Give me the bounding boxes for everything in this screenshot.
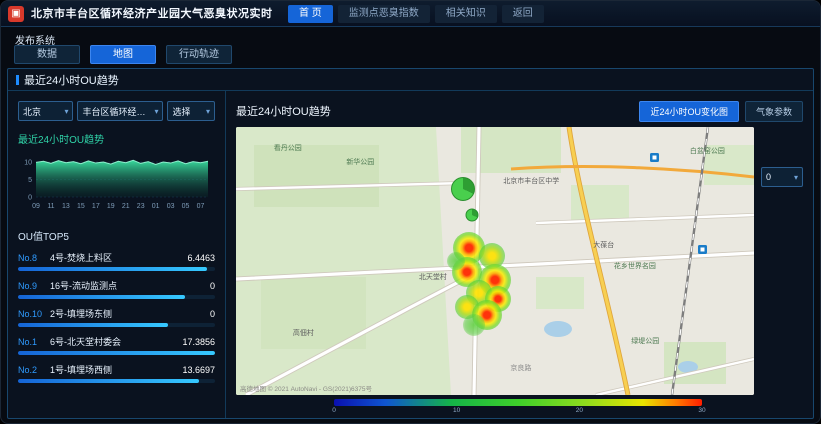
legend-tick-label: 30 [698,407,705,414]
top5-rank: No.1 [18,337,50,347]
weather-params-button[interactable]: 气象参数 [745,101,803,122]
legend-tick-label: 10 [453,407,460,414]
top5-item: No.1 6号-北天堂村委会 17.3856 [18,335,215,355]
app-logo-icon: ▣ [8,6,24,22]
svg-text:23: 23 [137,203,145,210]
svg-text:13: 13 [62,203,70,210]
chevron-down-icon: ▾ [154,107,158,116]
svg-text:07: 07 [197,203,205,210]
legend-gradient-bar [334,399,702,406]
point-select-value: 选择 [172,105,190,118]
top5-value: 17.3856 [182,337,215,347]
svg-text:17: 17 [92,203,100,210]
top5-title: OU值TOP5 [18,228,215,243]
left-sidebar: 北京 ▾ 丰台区循环经济产业园 ▾ 选择 ▾ 最近24小时OU趋势 [8,91,226,418]
panel-header: 最近24小时OU趋势 [8,69,813,91]
map-attribution: 高德地图 © 2021 AutoNavi - GS(2021)6375号 [240,383,372,393]
map-basemap [236,127,754,395]
top5-bar-fill [18,379,199,383]
chevron-down-icon: ▾ [206,107,210,116]
top5-name: 16号-流动监测点 [50,279,206,292]
top5-bar-fill [18,295,185,299]
top5-bar [18,295,215,299]
svg-text:0: 0 [28,195,32,202]
nav-item-knowledge[interactable]: 相关知识 [435,5,497,23]
top5-rank: No.9 [18,281,50,291]
top5-bar [18,323,215,327]
top5-list: No.8 4号-焚烧上料区 6.4463 No.9 16号-流动监测点 0 [18,251,215,383]
tab-data[interactable]: 数据 [14,45,80,64]
top-header: ▣ 北京市丰台区循环经济产业园大气恶臭状况实时 首 页 监测点恶臭指数 相关知识… [1,1,820,27]
city-select-value: 北京 [23,105,41,118]
dashboard-screen: ▣ 北京市丰台区循环经济产业园大气恶臭状况实时 首 页 监测点恶臭指数 相关知识… [0,0,821,424]
tab-track[interactable]: 行动轨迹 [166,45,232,64]
filter-row: 北京 ▾ 丰台区循环经济产业园 ▾ 选择 ▾ [18,101,215,121]
nav-item-odor-index[interactable]: 监测点恶臭指数 [338,5,430,23]
main-nav: 首 页 监测点恶臭指数 相关知识 返回 [288,5,544,23]
top5-name: 4号-焚烧上料区 [50,251,183,264]
map[interactable]: 看丹公园新华公园北京市丰台区中学白盆窑公园大葆台花乡世界名园北天堂村绿堤公园高佃… [236,127,754,395]
chevron-down-icon: ▾ [794,173,798,182]
left-chart-title: 最近24小时OU趋势 [18,131,215,146]
top5-item: No.2 1号-填埋场西侧 13.6697 [18,363,215,383]
top5-name: 2号-填埋场东侧 [50,307,206,320]
nav-item-home[interactable]: 首 页 [288,5,333,23]
view-tabs: 数据 地图 行动轨迹 [14,45,232,64]
panel-accent [16,75,19,85]
top5-bar-fill [18,267,207,271]
top5-name: 1号-填埋场西侧 [50,363,178,376]
svg-text:05: 05 [182,203,190,210]
park-select-value: 丰台区循环经济产业园 [82,105,152,118]
svg-text:5: 5 [28,177,32,184]
top5-item: No.10 2号-填埋场东侧 0 [18,307,215,327]
tab-map[interactable]: 地图 [90,45,156,64]
top5-item: No.9 16号-流动监测点 0 [18,279,215,299]
top5-value: 6.4463 [187,253,215,263]
top5-rank: No.2 [18,365,50,375]
legend-ticks: 0 10 20 30 [334,407,702,417]
top5-rank: No.10 [18,309,50,319]
park-select[interactable]: 丰台区循环经济产业园 ▾ [77,101,163,121]
heat-legend: 0 10 20 30 [236,399,803,419]
main-panel: 最近24小时OU趋势 北京 ▾ 丰台区循环经济产业园 ▾ 选择 ▾ 最近24小时… [7,68,814,419]
legend-tick-label: 20 [576,407,583,414]
chevron-down-icon: ▾ [64,107,68,116]
top5-value: 0 [210,281,215,291]
svg-text:01: 01 [152,203,160,210]
layer-select-value: 0 [766,172,771,182]
svg-text:03: 03 [167,203,175,210]
svg-text:10: 10 [24,160,32,167]
layer-select[interactable]: 0 ▾ [761,167,803,187]
city-select[interactable]: 北京 ▾ [18,101,73,121]
app-title: 北京市丰台区循环经济产业园大气恶臭状况实时 [31,1,273,27]
svg-text:11: 11 [47,203,54,210]
top5-value: 0 [210,309,215,319]
nav-item-back[interactable]: 返回 [502,5,544,23]
panel-title: 最近24小时OU趋势 [24,72,119,88]
top5-rank: No.8 [18,253,50,263]
svg-text:21: 21 [122,203,130,210]
top5-bar [18,379,215,383]
svg-text:09: 09 [32,203,40,210]
svg-text:15: 15 [77,203,85,210]
top5-bar [18,351,215,355]
top5-value: 13.6697 [182,365,215,375]
map-panel-header: 最近24小时OU趋势 近24小时OU变化图 气象参数 [236,99,803,123]
top5-bar [18,267,215,271]
top5-name: 6号-北天堂村委会 [50,335,178,348]
top5-bar-fill [18,323,168,327]
map-panel: 最近24小时OU趋势 近24小时OU变化图 气象参数 [226,91,813,418]
map-panel-title: 最近24小时OU趋势 [236,103,639,119]
ou-trend-chart: 0510 091113151719212301030507 [18,149,216,221]
legend-tick-label: 0 [332,407,336,414]
svg-text:19: 19 [107,203,115,210]
point-select[interactable]: 选择 ▾ [167,101,215,121]
map-area: 看丹公园新华公园北京市丰台区中学白盆窑公园大葆台花乡世界名园北天堂村绿堤公园高佃… [236,127,803,395]
top5-bar-fill [18,351,215,355]
ou-change-chart-button[interactable]: 近24小时OU变化图 [639,101,739,122]
top5-item: No.8 4号-焚烧上料区 6.4463 [18,251,215,271]
